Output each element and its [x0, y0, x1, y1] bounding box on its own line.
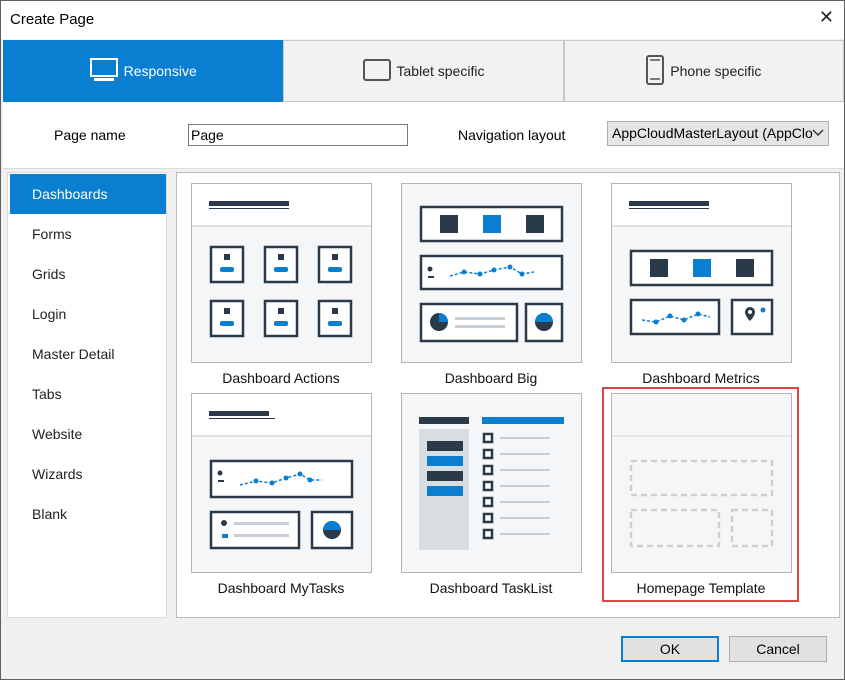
- tab-label-tablet: Tablet specific: [396, 63, 485, 79]
- navigation-layout-select[interactable]: AppCloudMasterLayout (AppClo: [607, 121, 829, 146]
- tab-phone-specific[interactable]: Phone specific: [563, 40, 844, 102]
- dashboard-mytasks-thumbnail: [192, 394, 371, 550]
- navigation-layout-label: Navigation layout: [458, 127, 566, 143]
- tab-label-responsive: Responsive: [123, 63, 197, 79]
- navigation-layout-value: AppCloudMasterLayout (AppClo: [612, 125, 813, 141]
- dashboard-big-thumbnail: [419, 205, 564, 343]
- create-page-dialog: Create Page ✕ Responsive Tablet specific…: [0, 0, 845, 680]
- dashboard-actions-thumbnail: [192, 184, 371, 338]
- dialog-button-bar: OK Cancel: [1, 618, 844, 679]
- page-name-label: Page name: [54, 127, 126, 143]
- sidebar-item-login[interactable]: Login: [10, 294, 166, 334]
- chevron-down-icon: [812, 124, 824, 145]
- dashboard-metrics-thumbnail: [612, 184, 791, 336]
- sidebar-item-website[interactable]: Website: [10, 414, 166, 454]
- sidebar-item-grids[interactable]: Grids: [10, 254, 166, 294]
- sidebar-item-wizards[interactable]: Wizards: [10, 454, 166, 494]
- template-card-dashboard-metrics[interactable]: [611, 183, 792, 363]
- template-card-dashboard-mytasks[interactable]: [191, 393, 372, 573]
- template-card-dashboard-big[interactable]: [401, 183, 582, 363]
- page-name-input[interactable]: [188, 124, 408, 146]
- sidebar-item-tabs[interactable]: Tabs: [10, 374, 166, 414]
- sidebar-item-forms[interactable]: Forms: [10, 214, 166, 254]
- selection-outline: [602, 387, 799, 602]
- dialog-title: Create Page: [10, 11, 95, 28]
- template-card-dashboard-tasklist[interactable]: [401, 393, 582, 573]
- sidebar-item-dashboards[interactable]: Dashboards: [10, 174, 166, 214]
- close-icon[interactable]: ✕: [819, 7, 834, 28]
- tab-tablet-specific[interactable]: Tablet specific: [283, 40, 564, 102]
- dashboard-tasklist-thumbnail: [419, 417, 564, 550]
- tab-responsive[interactable]: Responsive: [3, 40, 284, 102]
- category-sidebar: Dashboards Forms Grids Login Master Deta…: [7, 172, 167, 618]
- monitor-icon: [89, 57, 118, 85]
- tab-label-phone: Phone specific: [670, 63, 762, 79]
- template-label-dashboard-actions: Dashboard Actions: [222, 370, 340, 386]
- device-tabs: Responsive Tablet specific Phone specifi…: [3, 40, 844, 102]
- sidebar-item-blank[interactable]: Blank: [10, 494, 166, 534]
- cancel-button[interactable]: Cancel: [729, 636, 827, 662]
- page-settings-row: Page name Navigation layout AppCloudMast…: [3, 102, 844, 169]
- template-label-dashboard-mytasks: Dashboard MyTasks: [217, 580, 345, 596]
- sidebar-item-master-detail[interactable]: Master Detail: [10, 334, 166, 374]
- ok-button[interactable]: OK: [621, 636, 719, 662]
- template-label-dashboard-tasklist: Dashboard TaskList: [429, 580, 553, 596]
- template-card-dashboard-actions[interactable]: [191, 183, 372, 363]
- template-label-dashboard-metrics: Dashboard Metrics: [642, 370, 760, 386]
- tablet-icon: [362, 58, 391, 84]
- title-bar: Create Page ✕: [1, 1, 844, 39]
- template-label-dashboard-big: Dashboard Big: [444, 370, 538, 386]
- phone-icon: [646, 54, 665, 88]
